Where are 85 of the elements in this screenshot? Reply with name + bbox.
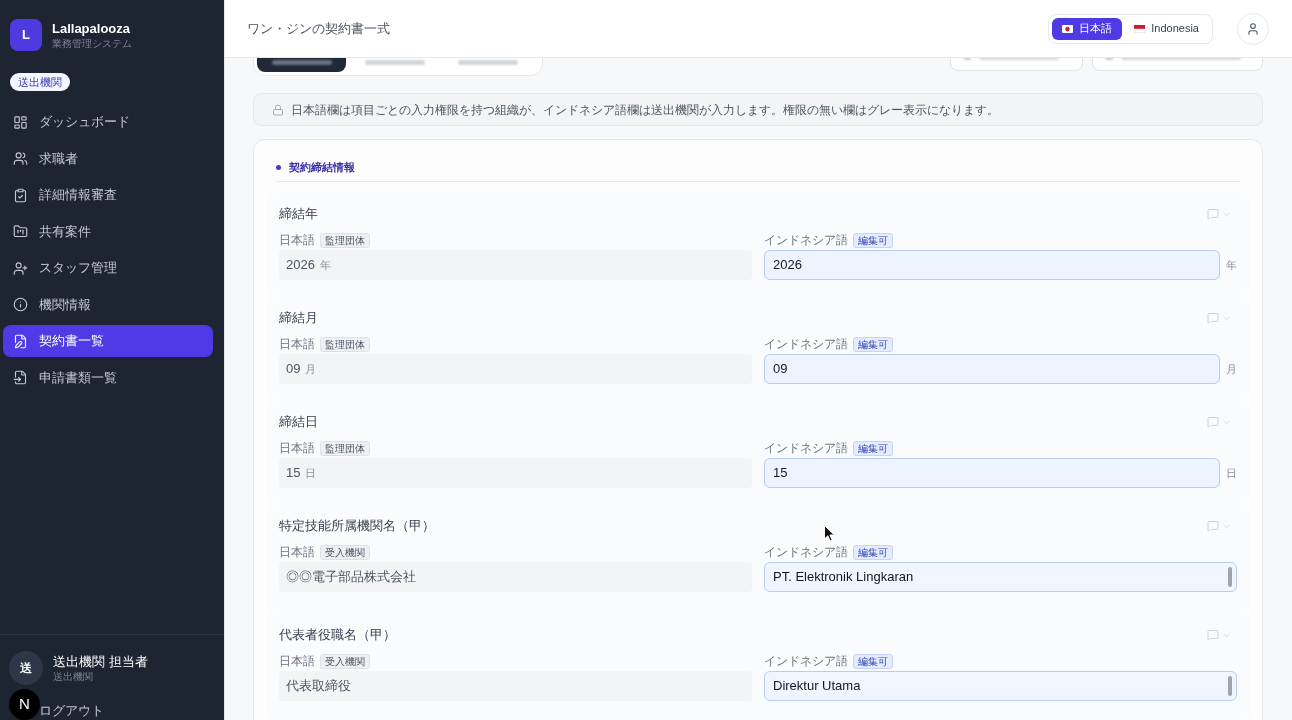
nav-item[interactable]: 求職者 xyxy=(3,142,213,175)
field-value: 15 xyxy=(286,464,301,483)
field-value: 09 xyxy=(286,360,301,379)
unit-label: 月 xyxy=(1226,361,1237,377)
text-area[interactable]: Direktur Utama xyxy=(764,671,1237,701)
bullet-icon xyxy=(276,164,281,170)
file-arrow-icon xyxy=(13,370,28,385)
role-badge: 送出機関 xyxy=(10,73,70,91)
notice-text: 日本語欄は項目ごとの入力権限を持つ組織が、インドネシア語欄は送出機関が入力します。権限の無い欄はグレー表示になります。 xyxy=(291,101,999,118)
field-label: 締結日 xyxy=(279,413,318,432)
org-tag: 受入機関 xyxy=(320,545,370,560)
comment-icon[interactable] xyxy=(1207,520,1219,532)
lock-icon xyxy=(272,103,284,116)
language-label: インドネシア語 xyxy=(764,441,848,456)
info-icon xyxy=(13,297,28,312)
unit-label: 年 xyxy=(319,257,331,273)
language-label: インドネシア語 xyxy=(764,233,848,248)
editable-tag: 編集可 xyxy=(853,545,893,560)
scrollbar-thumb[interactable] xyxy=(1228,567,1232,587)
unit-label: 年 xyxy=(1226,257,1237,273)
logout-button[interactable]: ログアウト xyxy=(39,703,104,719)
org-tag: 監理団体 xyxy=(320,441,370,456)
field-label: 代表者役職名（甲） xyxy=(279,626,396,645)
language-label: インドネシア語 xyxy=(764,337,848,352)
org-tag: 監理団体 xyxy=(320,337,370,352)
clipboard-check-icon xyxy=(13,187,28,203)
language-label: 日本語 xyxy=(279,654,315,669)
nav-item[interactable]: スタッフ管理 xyxy=(3,252,213,284)
editable-tag: 編集可 xyxy=(853,337,893,352)
user-icon xyxy=(1246,21,1260,36)
nav-item[interactable]: 共有案件 xyxy=(3,215,213,248)
language-option[interactable]: Indonesia xyxy=(1124,17,1209,40)
unit-label: 日 xyxy=(305,465,317,481)
editable-tag: 編集可 xyxy=(853,233,893,248)
input-field[interactable]: 2026 xyxy=(764,250,1220,280)
logo: L xyxy=(10,19,42,51)
scrollbar-thumb[interactable] xyxy=(1228,676,1232,696)
org-tag: 受入機関 xyxy=(320,654,370,669)
language-label: 日本語 xyxy=(279,441,315,456)
user-avatar: 送 xyxy=(9,651,43,685)
nav-item[interactable]: 機関情報 xyxy=(3,288,213,321)
app-subtitle: 業務管理システム xyxy=(52,36,132,50)
japan-flag-icon xyxy=(1062,24,1074,33)
nav-item[interactable]: 契約書一覧 xyxy=(3,325,213,357)
text-area[interactable]: PT. Elektronik Lingkaran xyxy=(764,562,1237,592)
language-option[interactable]: 日本語 xyxy=(1052,17,1123,40)
field-value: 代表取締役 xyxy=(286,677,351,696)
language-label: インドネシア語 xyxy=(764,654,848,669)
users-icon xyxy=(13,151,28,166)
editable-tag: 編集可 xyxy=(853,654,893,669)
comment-icon[interactable] xyxy=(1207,312,1219,324)
field-label: 特定技能所属機関名（甲） xyxy=(279,517,435,536)
user-menu-button[interactable] xyxy=(1237,12,1269,45)
mouse-pointer-icon xyxy=(824,525,835,542)
language-label: 日本語 xyxy=(279,233,315,248)
input-field[interactable]: 15 xyxy=(764,458,1220,488)
comment-icon[interactable] xyxy=(1207,416,1219,428)
folder-icon xyxy=(13,224,28,239)
language-label: インドネシア語 xyxy=(764,545,848,560)
comment-icon[interactable] xyxy=(1207,629,1219,641)
nav-item[interactable]: 詳細情報審査 xyxy=(3,179,213,211)
user-org: 送出機関 xyxy=(53,670,94,683)
field-label: 締結月 xyxy=(279,309,318,328)
unit-label: 月 xyxy=(305,361,317,377)
unit-label: 日 xyxy=(1226,465,1237,481)
language-label: 日本語 xyxy=(279,545,315,560)
input-field[interactable]: 09 xyxy=(764,354,1220,384)
field-value: 2026 xyxy=(286,256,315,275)
app-name: Lallapalooza xyxy=(52,20,132,37)
nav-item[interactable]: 申請書類一覧 xyxy=(3,361,213,394)
section-title: 契約締結情報 xyxy=(289,159,355,175)
user-name: 送出機関 担当者 xyxy=(53,653,148,670)
indonesia-flag-icon xyxy=(1134,24,1146,33)
field-label: 締結年 xyxy=(279,205,318,224)
user-plus-icon xyxy=(13,260,28,276)
org-tag: 監理団体 xyxy=(320,233,370,248)
editable-tag: 編集可 xyxy=(853,441,893,456)
dashboard-grid-icon xyxy=(13,114,28,130)
nav-item[interactable]: ダッシュボード xyxy=(3,106,213,138)
file-pen-icon xyxy=(13,333,28,349)
page-title: ワン・ジンの契約書一式 xyxy=(247,19,390,38)
comment-icon[interactable] xyxy=(1207,208,1219,220)
language-label: 日本語 xyxy=(279,337,315,352)
dev-badge[interactable]: N xyxy=(9,689,40,720)
field-value: ◎◎電子部品株式会社 xyxy=(286,568,416,587)
